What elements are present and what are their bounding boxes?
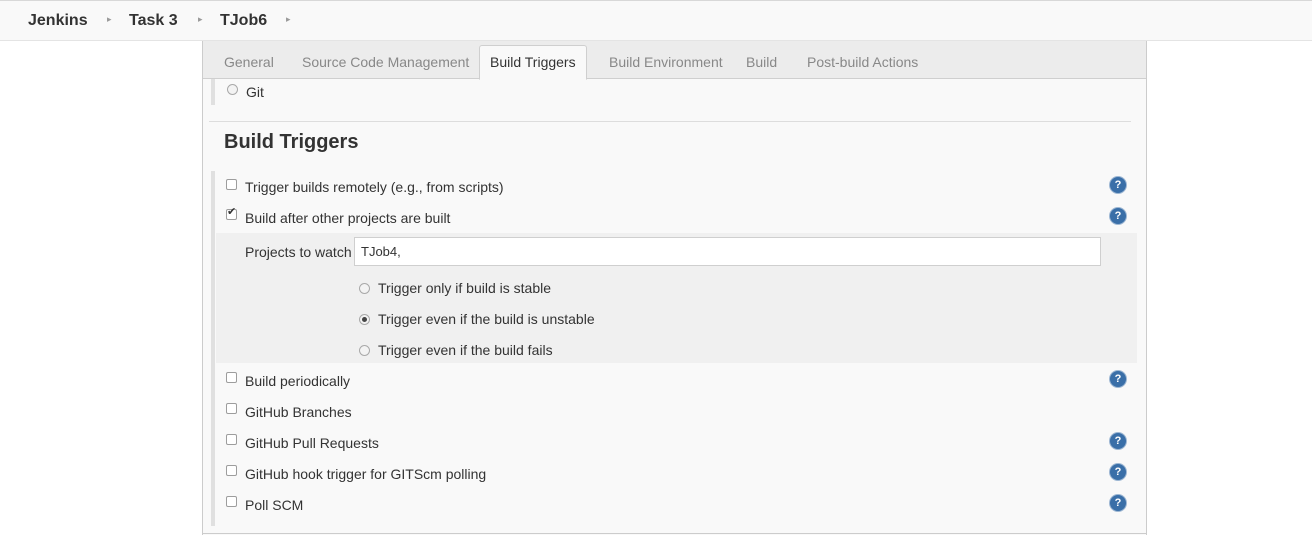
github-pull-requests-label: GitHub Pull Requests xyxy=(245,435,379,451)
checkmark-icon: ✔ xyxy=(227,206,237,218)
tab-source-code-management[interactable]: Source Code Management xyxy=(302,54,469,70)
github-branches-label: GitHub Branches xyxy=(245,404,352,420)
help-icon[interactable]: ? xyxy=(1110,433,1126,449)
breadcrumb-jenkins[interactable]: Jenkins xyxy=(28,12,88,30)
scm-git-label: Git xyxy=(246,84,264,100)
breadcrumb-separator-icon: ▸ xyxy=(286,14,291,24)
build-after-other-projects-label: Build after other projects are built xyxy=(245,210,451,226)
trigger-fails-label: Trigger even if the build fails xyxy=(378,342,553,358)
trigger-unstable-label: Trigger even if the build is unstable xyxy=(378,311,595,327)
tab-post-build-actions[interactable]: Post-build Actions xyxy=(807,54,918,70)
projects-to-watch-input[interactable] xyxy=(354,237,1101,266)
breadcrumb-separator-icon: ▸ xyxy=(198,14,203,24)
build-periodically-checkbox[interactable] xyxy=(226,372,237,383)
tab-build[interactable]: Build xyxy=(746,54,777,70)
poll-scm-label: Poll SCM xyxy=(245,497,304,513)
build-periodically-label: Build periodically xyxy=(245,373,351,389)
trigger-stable-label: Trigger only if build is stable xyxy=(378,280,552,296)
breadcrumb-task3[interactable]: Task 3 xyxy=(129,12,178,30)
scm-git-radio[interactable] xyxy=(227,84,238,95)
trigger-unstable-radio[interactable] xyxy=(359,314,370,325)
tab-build-triggers[interactable]: Build Triggers xyxy=(479,45,587,80)
build-triggers-heading: Build Triggers xyxy=(224,131,359,153)
help-icon[interactable]: ? xyxy=(1110,371,1126,387)
config-panel: General Source Code Management Build Tri… xyxy=(202,41,1147,535)
breadcrumb-bar: Jenkins ▸ Task 3 ▸ TJob6 ▸ xyxy=(0,0,1312,41)
github-hook-trigger-label: GitHub hook trigger for GITScm polling xyxy=(245,466,487,482)
panel-bottom-border xyxy=(203,533,1146,534)
breadcrumb-tjob6[interactable]: TJob6 xyxy=(220,12,267,30)
trigger-stable-radio[interactable] xyxy=(359,283,370,294)
section-divider xyxy=(209,121,1131,122)
trigger-remotely-checkbox[interactable] xyxy=(226,179,237,190)
tab-general[interactable]: General xyxy=(224,54,274,70)
scm-section-bar xyxy=(211,79,215,105)
build-triggers-section-bar xyxy=(211,171,215,526)
github-branches-checkbox[interactable] xyxy=(226,403,237,414)
github-hook-trigger-checkbox[interactable] xyxy=(226,465,237,476)
poll-scm-checkbox[interactable] xyxy=(226,496,237,507)
build-after-other-projects-checkbox[interactable]: ✔ xyxy=(226,206,237,220)
breadcrumb-separator-icon: ▸ xyxy=(107,14,112,24)
github-pull-requests-checkbox[interactable] xyxy=(226,434,237,445)
help-icon[interactable]: ? xyxy=(1110,208,1126,224)
help-icon[interactable]: ? xyxy=(1110,495,1126,511)
tab-build-environment[interactable]: Build Environment xyxy=(609,54,723,70)
projects-to-watch-label: Projects to watch xyxy=(245,244,352,260)
help-icon[interactable]: ? xyxy=(1110,464,1126,480)
help-icon[interactable]: ? xyxy=(1110,177,1126,193)
trigger-fails-radio[interactable] xyxy=(359,345,370,356)
config-tab-bar: General Source Code Management Build Tri… xyxy=(203,41,1146,80)
trigger-remotely-label: Trigger builds remotely (e.g., from scri… xyxy=(245,179,504,195)
